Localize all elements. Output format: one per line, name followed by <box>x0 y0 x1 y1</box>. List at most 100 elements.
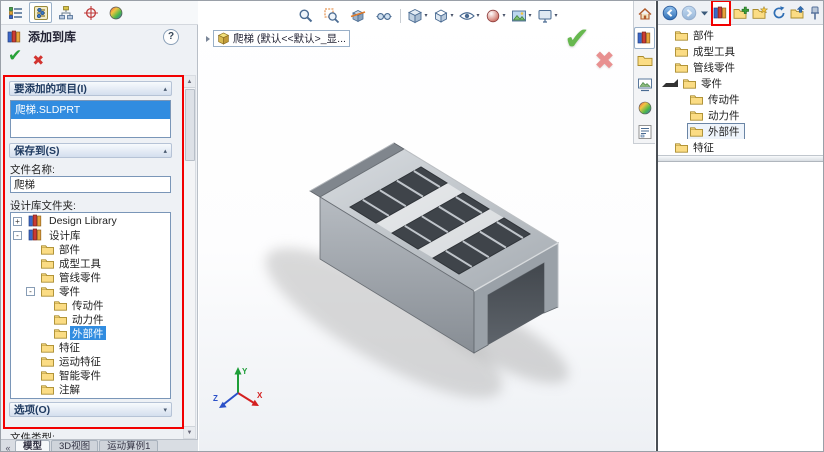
items-group-header[interactable]: 要添加的项目(I) ▴ <box>9 81 172 96</box>
tree-item-drive-parts[interactable]: 传动件 <box>11 298 170 312</box>
tree-item-box: 零件 <box>38 284 85 298</box>
folder-icon <box>675 62 688 73</box>
file-name-input[interactable] <box>10 176 171 193</box>
panel-splitter[interactable] <box>658 155 824 162</box>
tree-item-external-parts[interactable]: 外部件 <box>658 123 824 139</box>
collapse-icon[interactable]: - <box>26 287 35 296</box>
section-view-icon[interactable] <box>346 5 369 26</box>
refresh-icon[interactable] <box>770 2 788 23</box>
document-tab-3d-views[interactable]: 3D视图 <box>51 440 98 452</box>
dimxpertmanager-tab-icon[interactable] <box>79 2 102 23</box>
tree-item-routing-parts[interactable]: 管线零件 <box>658 59 824 75</box>
feature-tree-root[interactable]: 爬梯 (默认<<默认>_显... <box>206 30 350 47</box>
custom-properties-icon[interactable] <box>634 121 655 144</box>
design-library-folder-tree: +Design Library-设计库部件成型工具管线零件 - 零件传动件动力件外部… <box>10 212 171 399</box>
tree-item-label: 成型工具 <box>57 256 103 270</box>
list-item-selected[interactable]: 爬梯.SLDPRT <box>11 101 170 119</box>
save-to-group-label: 保存到(S) <box>14 143 60 158</box>
collapse-group-icon[interactable]: ▴ <box>163 147 167 155</box>
tree-item-forming-tools[interactable]: 成型工具 <box>11 256 170 270</box>
tree-item-label: 部件 <box>57 242 82 256</box>
collapse-group-icon[interactable]: ▴ <box>163 85 167 93</box>
options-group-header[interactable]: 选项(O) ▾ <box>9 402 172 417</box>
tree-item-design-library[interactable]: +Design Library <box>11 214 170 228</box>
tree-item-features[interactable]: 特征 <box>658 139 824 153</box>
tree-item-external-parts[interactable]: 外部件 <box>11 326 170 340</box>
tree-item-drive-parts[interactable]: 传动件 <box>658 91 824 107</box>
view-settings-icon[interactable]: ▾ <box>536 5 559 26</box>
scrollbar[interactable]: ▲ ▼ <box>183 75 196 439</box>
tree-item-power-parts[interactable]: 动力件 <box>11 312 170 326</box>
tree-item-design-library-cn[interactable]: -设计库 <box>11 228 170 242</box>
displaymanager-tab-icon[interactable] <box>104 2 127 23</box>
featuremanager-tab-icon[interactable] <box>4 2 27 23</box>
solidworks-resources-icon[interactable] <box>634 3 655 26</box>
view-palette-icon[interactable] <box>634 74 655 97</box>
document-tab-model[interactable]: 模型 <box>15 440 50 452</box>
display-style-icon[interactable]: ▾ <box>432 5 455 26</box>
model-3d-view[interactable] <box>199 1 655 452</box>
annotation-visibility-icon[interactable] <box>372 5 395 26</box>
tree-item-box: 部件 <box>672 27 719 43</box>
document-tab-motion-study-1[interactable]: 运动算例1 <box>99 440 158 452</box>
feature-tree-root-box[interactable]: 爬梯 (默认<<默认>_显... <box>213 30 350 47</box>
edit-appearance-icon[interactable]: ▾ <box>484 5 507 26</box>
tree-item-features[interactable]: 特征 <box>11 340 170 354</box>
hide-show-items-icon[interactable]: ▾ <box>458 5 481 26</box>
expanded-icon[interactable] <box>662 79 678 87</box>
tree-item-box: 零件 <box>680 75 727 91</box>
tree-item-routing-parts[interactable]: 管线零件 <box>11 270 170 284</box>
scroll-up-icon[interactable]: ▲ <box>184 76 195 88</box>
property-manager-panel: 添加到库 ? ✔ ✖ 要添加的项目(I) ▴ 爬梯.SLDPRT 保存到(S) … <box>1 1 198 452</box>
expand-icon[interactable]: + <box>13 217 22 226</box>
add-file-location-icon[interactable] <box>732 2 750 23</box>
design-library-tree: 部件成型工具管线零件零件传动件动力件外部件特征 <box>658 27 824 153</box>
appearances-icon[interactable] <box>634 97 655 120</box>
expand-icon[interactable] <box>206 36 210 42</box>
tab-scroll-button[interactable]: « <box>1 443 15 452</box>
zoom-area-icon[interactable] <box>320 5 343 26</box>
tree-item-power-parts[interactable]: 动力件 <box>658 107 824 123</box>
pin-icon[interactable] <box>808 2 822 23</box>
folder-icon <box>690 126 703 137</box>
tree-item-parts[interactable]: - 零件 <box>11 284 170 298</box>
history-caret-icon[interactable] <box>699 2 710 23</box>
tree-item-smart-parts[interactable]: 智能零件 <box>11 368 170 382</box>
folder-icon <box>54 328 67 339</box>
add-to-library-icon[interactable] <box>711 0 731 26</box>
tree-item-box: 特征 <box>38 340 85 354</box>
help-button[interactable]: ? <box>163 29 179 45</box>
scrollbar-thumb[interactable] <box>185 89 195 161</box>
zoom-fit-icon[interactable] <box>294 5 317 26</box>
cancel-button[interactable]: ✖ <box>32 52 44 68</box>
scroll-down-icon[interactable]: ▼ <box>184 426 195 438</box>
ok-button[interactable]: ✔ <box>8 46 22 65</box>
back-icon[interactable] <box>661 2 679 23</box>
tree-item-motion-features[interactable]: 运动特征 <box>11 354 170 368</box>
items-to-add-list[interactable]: 爬梯.SLDPRT <box>10 100 171 138</box>
apply-scene-icon[interactable]: ▾ <box>510 5 533 26</box>
save-to-group-header[interactable]: 保存到(S) ▴ <box>9 143 172 158</box>
tree-item-label: 零件 <box>57 284 82 298</box>
new-folder-icon[interactable] <box>751 2 769 23</box>
design-library-content-area[interactable] <box>658 162 824 452</box>
tree-item-box: 传动件 <box>687 91 745 107</box>
file-explorer-icon[interactable] <box>634 50 655 73</box>
design-library-tab-icon[interactable] <box>634 27 655 50</box>
confirm-cancel-button[interactable]: ✖ <box>594 46 615 76</box>
tree-item-assemblies[interactable]: 部件 <box>11 242 170 256</box>
view-orientation-icon[interactable]: ▾ <box>406 5 429 26</box>
tree-item-forming-tools[interactable]: 成型工具 <box>658 43 824 59</box>
tree-item-label: 成型工具 <box>691 44 737 59</box>
expand-group-icon[interactable]: ▾ <box>163 406 167 414</box>
graphics-viewport[interactable]: ▾▾▾▾▾▾ 爬梯 (默认<<默认>_显... ✔ ✖ Y X Z <box>199 1 655 452</box>
configurationmanager-tab-icon[interactable] <box>54 2 77 23</box>
up-folder-icon[interactable] <box>789 2 807 23</box>
collapse-icon[interactable]: - <box>13 231 22 240</box>
tree-item-annotations[interactable]: 注解 <box>11 382 170 396</box>
tree-item-parts[interactable]: 零件 <box>658 75 824 91</box>
confirm-ok-button[interactable]: ✔ <box>564 21 590 57</box>
chevron-down-icon: ▾ <box>554 13 557 19</box>
propertymanager-tab-icon[interactable] <box>29 2 52 23</box>
tree-item-assemblies[interactable]: 部件 <box>658 27 824 43</box>
